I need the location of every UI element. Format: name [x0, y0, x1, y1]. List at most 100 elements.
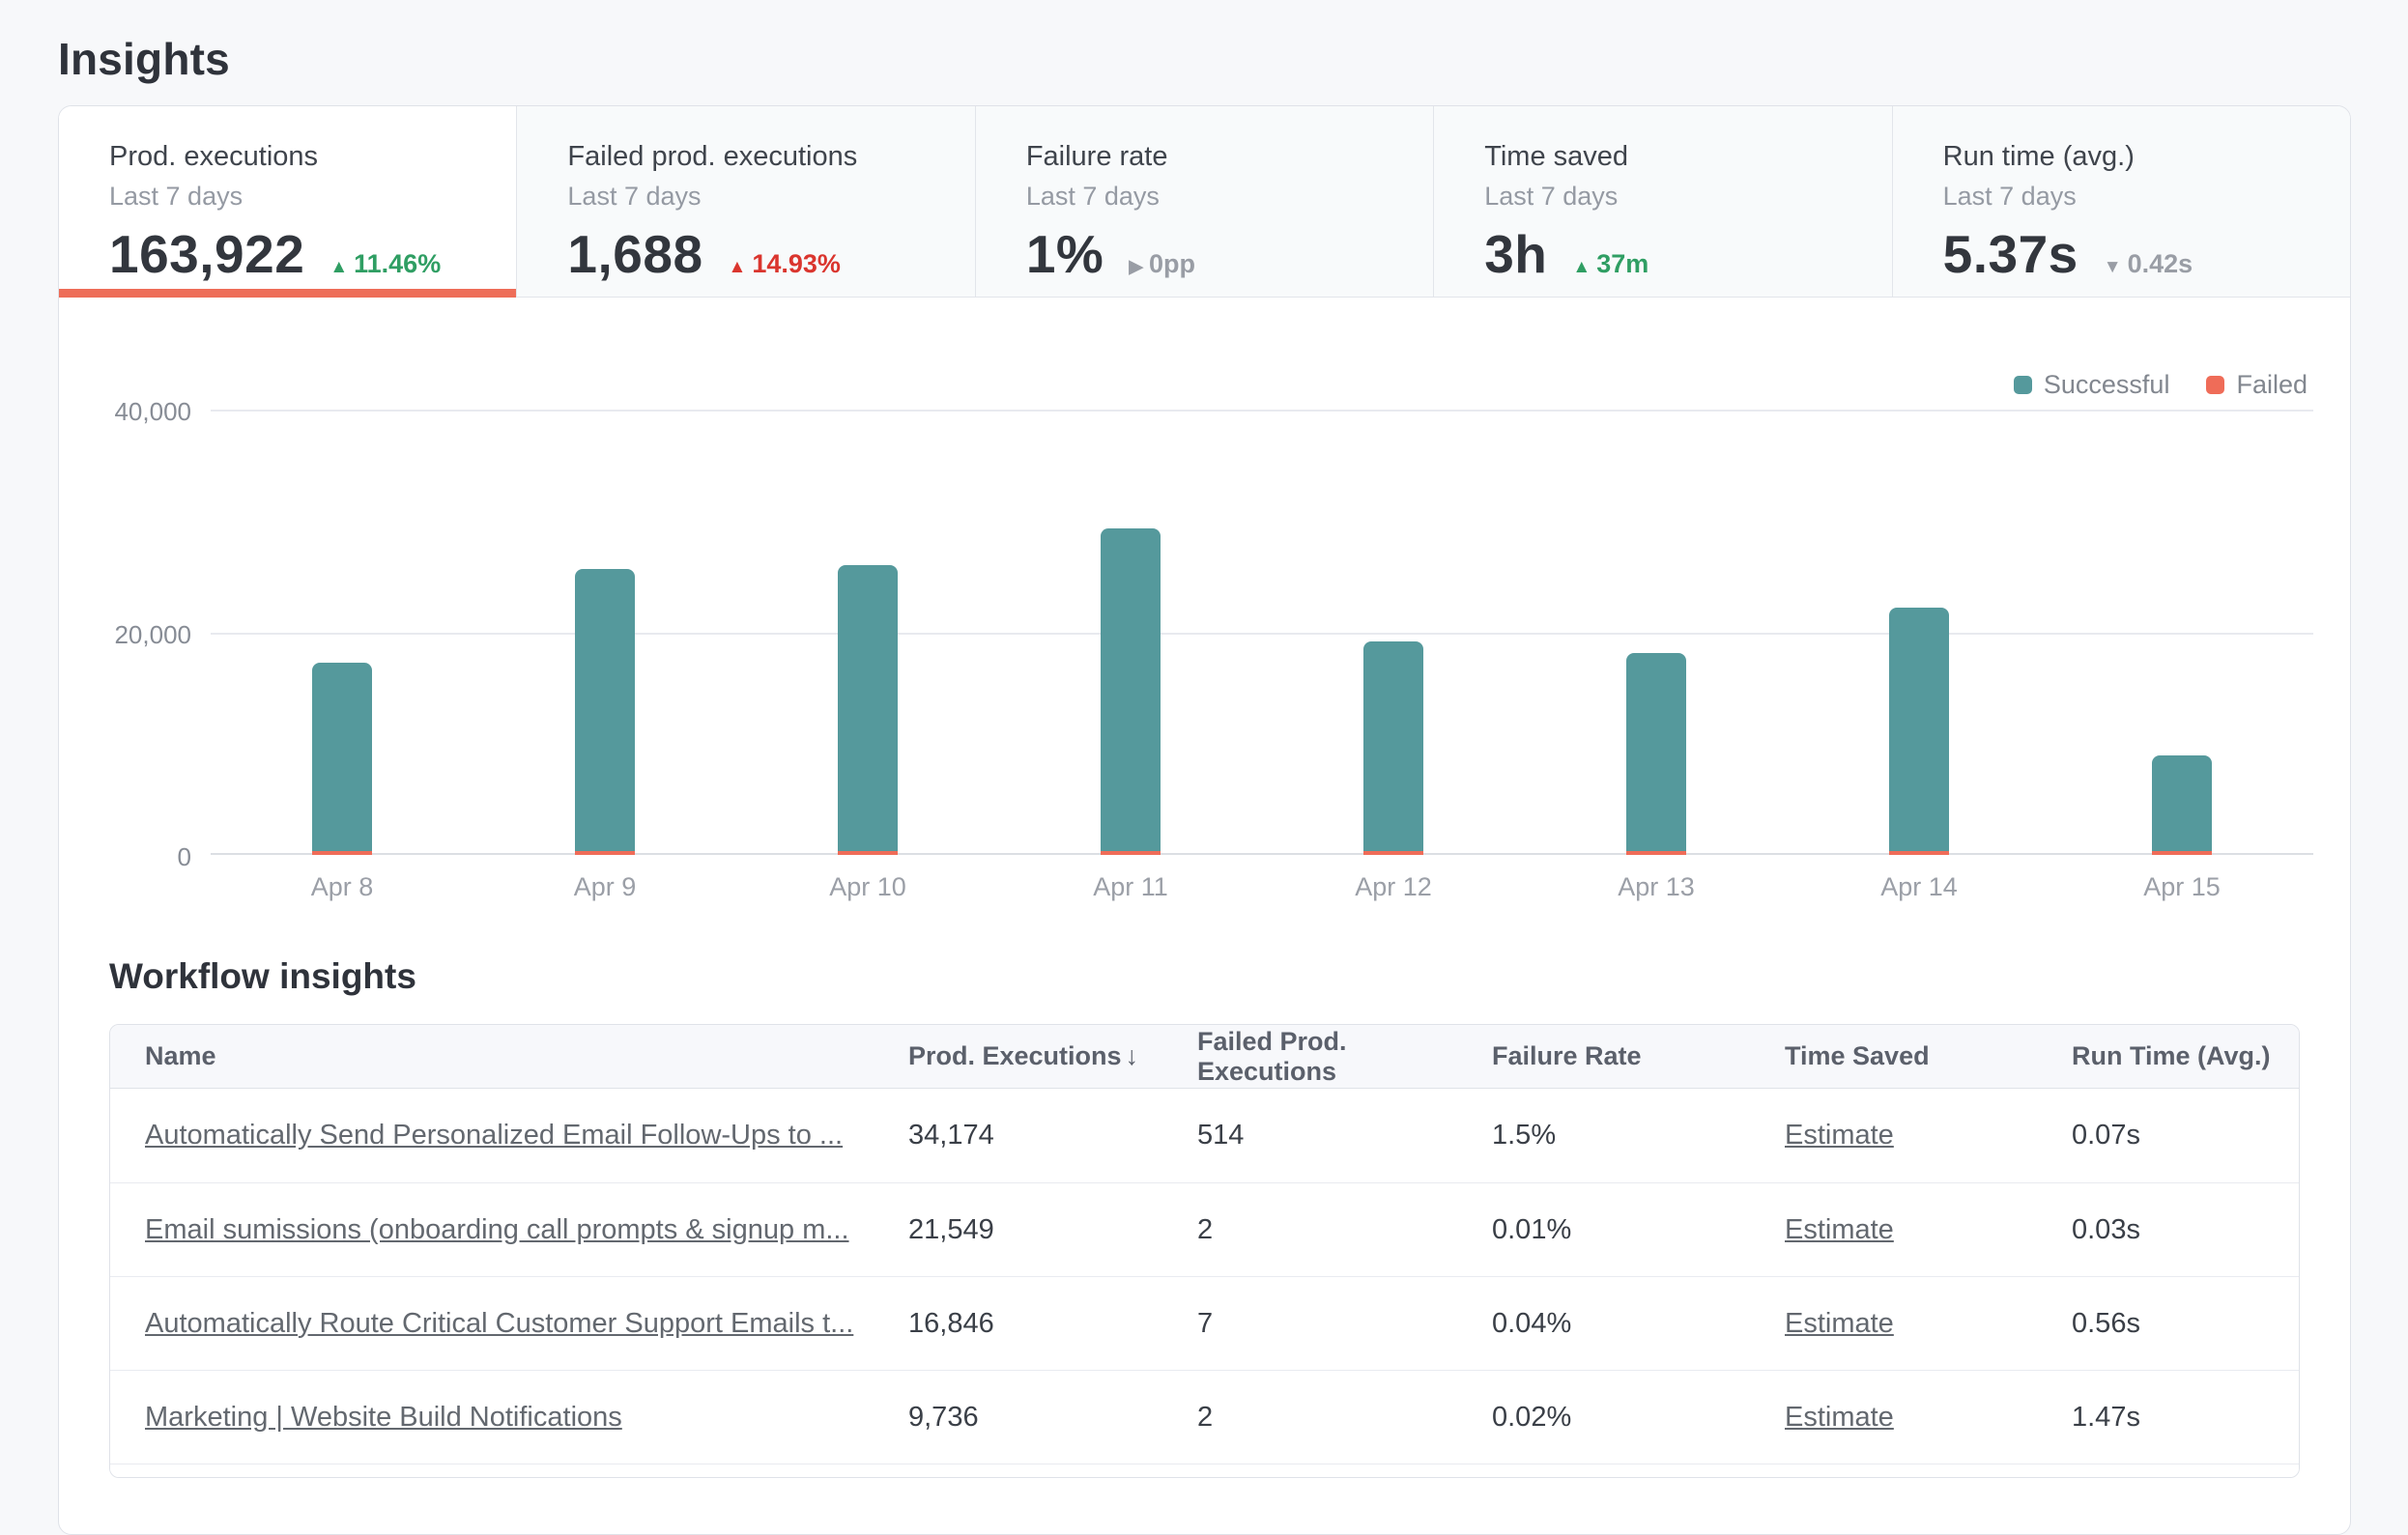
tab-date-range: Last 7 days	[1026, 182, 1433, 212]
tab-label: Time saved	[1484, 141, 1891, 173]
tab-value: 5.37s	[1943, 223, 2078, 285]
x-tick-slot: Apr 10	[736, 872, 999, 902]
bar-successful-segment	[1626, 653, 1686, 851]
time-saved-cell: Estimate	[1785, 1120, 2072, 1151]
legend-label: Successful	[2044, 370, 2170, 400]
tab-failed-prod-executions[interactable]: Failed prod. executionsLast 7 days1,688▲…	[516, 106, 974, 297]
workflow-name-link[interactable]: Automatically Route Critical Customer Su…	[145, 1308, 853, 1339]
x-tick-slot: Apr 9	[473, 872, 736, 902]
bar-apr-14	[1889, 410, 1949, 855]
bar-successful-segment	[838, 565, 898, 851]
legend-item-failed[interactable]: Failed	[2206, 370, 2308, 400]
sort-descending-icon: ↓	[1126, 1041, 1139, 1070]
workflow-name-cell: Automatically Route Critical Customer Su…	[110, 1308, 908, 1340]
tab-label: Failure rate	[1026, 141, 1433, 173]
bar-apr-10	[838, 410, 898, 855]
failed-prod-executions-cell: 7	[1197, 1308, 1492, 1340]
table-body: Automatically Send Personalized Email Fo…	[110, 1089, 2299, 1464]
x-tick-label: Apr 14	[1880, 872, 1958, 902]
bar-apr-15	[2152, 410, 2212, 855]
x-tick-label: Apr 15	[2143, 872, 2221, 902]
tab-delta-value: 14.93%	[752, 249, 841, 279]
bars-container	[211, 410, 2313, 855]
tab-delta-value: 0pp	[1149, 249, 1195, 279]
bar-successful-segment	[2152, 755, 2212, 851]
x-axis-labels: Apr 8Apr 9Apr 10Apr 11Apr 12Apr 13Apr 14…	[211, 872, 2313, 902]
column-header-run-time-avg[interactable]: Run Time (Avg.)	[2072, 1041, 2299, 1071]
bar-successful-segment	[1363, 641, 1423, 851]
legend-item-successful[interactable]: Successful	[2014, 370, 2170, 400]
bar-slot	[1262, 410, 1525, 855]
tab-time-saved[interactable]: Time saved Last 7 days 3h▲37m	[1433, 106, 1891, 297]
tab-delta: ▼ 0.42s	[2104, 249, 2193, 279]
bar-failed-segment	[838, 851, 898, 855]
workflow-name-cell: Email sumissions (onboarding call prompt…	[110, 1214, 908, 1246]
bar-failed-segment	[1363, 851, 1423, 855]
legend-swatch-icon	[2014, 376, 2032, 394]
run-time-cell: 0.03s	[2072, 1214, 2299, 1246]
table-header-row: NameProd. Executions↓Failed Prod. Execut…	[110, 1025, 2299, 1089]
tab-run-time-avg[interactable]: Run time (avg.) Last 7 days 5.37s ▼ 0.42s	[1892, 106, 2350, 297]
x-tick-label: Apr 8	[311, 872, 374, 902]
bar-failed-segment	[575, 851, 635, 855]
bar-slot	[736, 410, 999, 855]
column-header-time-saved[interactable]: Time Saved	[1785, 1041, 2072, 1071]
prod-executions-cell: 16,846	[908, 1308, 1197, 1340]
time-saved-cell: Estimate	[1785, 1308, 2072, 1340]
table-row: Automatically Route Critical Customer Su…	[110, 1276, 2299, 1370]
column-header-prod-executions[interactable]: Prod. Executions↓	[908, 1041, 1197, 1071]
chart-plot-row: 40,00020,0000	[109, 410, 2313, 855]
workflow-insights-table: NameProd. Executions↓Failed Prod. Execut…	[109, 1024, 2300, 1478]
column-header-name[interactable]: Name	[110, 1041, 908, 1071]
table-row: Email sumissions (onboarding call prompt…	[110, 1182, 2299, 1276]
bar-successful-segment	[312, 663, 372, 851]
workflow-name-cell: Marketing | Website Build Notifications	[110, 1402, 908, 1434]
workflow-name-link[interactable]: Email sumissions (onboarding call prompt…	[145, 1214, 849, 1245]
workflow-name-link[interactable]: Automatically Send Personalized Email Fo…	[145, 1120, 843, 1151]
tab-value-row: 3h▲37m	[1484, 223, 1891, 285]
legend-swatch-icon	[2206, 376, 2224, 394]
tab-date-range: Last 7 days	[1943, 182, 2350, 212]
workflow-name-link[interactable]: Marketing | Website Build Notifications	[145, 1402, 622, 1433]
column-header-failure-rate[interactable]: Failure Rate	[1492, 1041, 1785, 1071]
x-tick-slot: Apr 12	[1262, 872, 1525, 902]
tab-value: 163,922	[109, 223, 304, 285]
estimate-link[interactable]: Estimate	[1785, 1402, 1894, 1433]
y-tick-label: 20,000	[114, 620, 191, 650]
x-tick-label: Apr 9	[574, 872, 637, 902]
insights-card: Prod. executionsLast 7 days163,922▲11.46…	[58, 105, 2351, 1535]
tab-delta-value: 0.42s	[2128, 249, 2193, 279]
tab-label: Run time (avg.)	[1943, 141, 2350, 173]
bar-slot	[999, 410, 1262, 855]
x-tick-slot: Apr 8	[211, 872, 473, 902]
bar-successful-segment	[575, 569, 635, 851]
tab-failure-rate[interactable]: Failure rateLast 7 days1%▶0pp	[975, 106, 1433, 297]
bar-apr-11	[1101, 410, 1161, 855]
estimate-link[interactable]: Estimate	[1785, 1308, 1894, 1339]
x-tick-slot: Apr 15	[2050, 872, 2313, 902]
bar-apr-8	[312, 410, 372, 855]
tab-date-range: Last 7 days	[567, 182, 974, 212]
bar-slot	[1788, 410, 2050, 855]
estimate-link[interactable]: Estimate	[1785, 1120, 1894, 1151]
x-tick-label: Apr 12	[1355, 872, 1432, 902]
page-title: Insights	[58, 33, 2408, 85]
bar-failed-segment	[2152, 851, 2212, 855]
tab-date-range: Last 7 days	[1484, 182, 1891, 212]
prod-executions-cell: 9,736	[908, 1402, 1197, 1434]
bar-failed-segment	[312, 851, 372, 855]
x-tick-label: Apr 13	[1618, 872, 1695, 902]
table-row: Automatically Send Personalized Email Fo…	[110, 1089, 2299, 1182]
tab-value-row: 5.37s ▼ 0.42s	[1943, 223, 2350, 285]
estimate-link[interactable]: Estimate	[1785, 1214, 1894, 1245]
tab-prod-executions[interactable]: Prod. executionsLast 7 days163,922▲11.46…	[59, 106, 516, 297]
bar-successful-segment	[1889, 608, 1949, 851]
tab-delta: ▲11.46%	[330, 249, 441, 279]
trend-down-icon: ▼	[2104, 257, 2122, 278]
column-header-failed-prod-executions[interactable]: Failed Prod. Executions	[1197, 1027, 1492, 1087]
tab-value: 1%	[1026, 223, 1104, 285]
y-tick-label: 40,000	[114, 397, 191, 427]
legend-label: Failed	[2236, 370, 2308, 400]
bar-slot	[473, 410, 736, 855]
failure-rate-cell: 0.02%	[1492, 1402, 1785, 1434]
